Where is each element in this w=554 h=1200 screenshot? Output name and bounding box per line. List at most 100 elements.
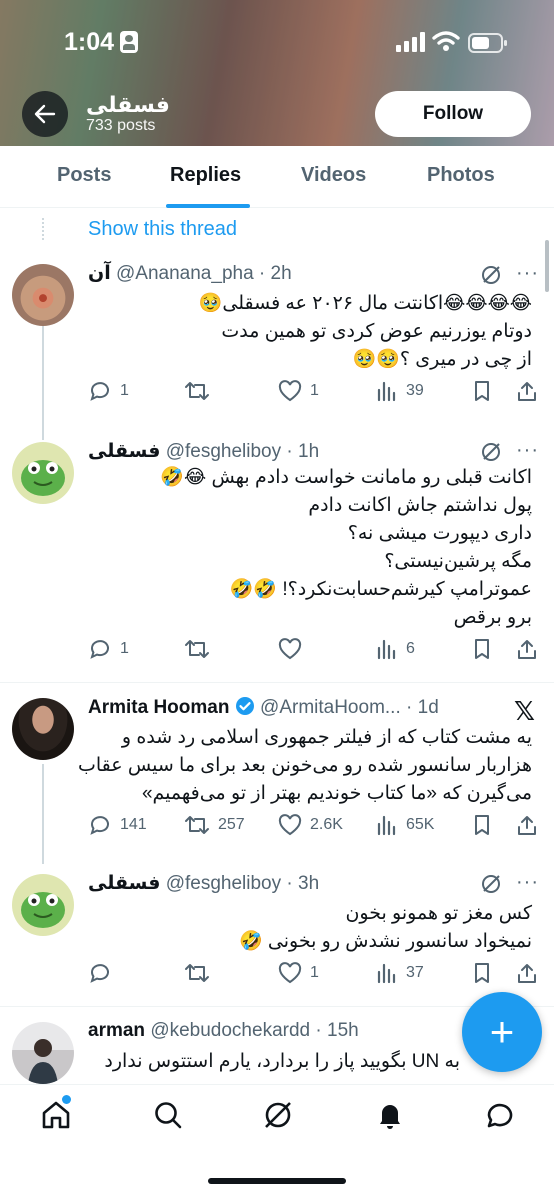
person-photo [28, 1039, 58, 1084]
tweet-header: فسقلی @fesgheliboy · 3h [88, 873, 320, 894]
repost-button[interactable] [184, 638, 218, 660]
tab-replies[interactable]: Replies [170, 164, 241, 187]
tweet-text: کس مغز تو همونو بخون نمیخواد سانسور نشدش … [238, 903, 532, 952]
bookmark-button[interactable] [472, 638, 492, 660]
tweet-header: فسقلی @fesgheliboy · 1h [88, 441, 320, 462]
reply-icon [90, 816, 109, 835]
tweet-actions: 141 257 2.6K 65K [88, 814, 538, 840]
tab-posts[interactable]: Posts [57, 164, 111, 187]
reply-icon [90, 640, 109, 659]
more-options-icon[interactable]: ··· [516, 871, 539, 894]
views-icon [377, 381, 396, 402]
repost-icon [185, 964, 209, 982]
author-handle[interactable]: @ArmitaHoom... [260, 697, 401, 718]
reply-button[interactable]: 141 [88, 814, 147, 836]
bookmark-icon [475, 639, 489, 659]
share-button[interactable] [516, 962, 538, 984]
views-button[interactable]: 6 [376, 638, 415, 660]
scrollbar[interactable] [545, 240, 549, 292]
author-handle[interactable]: @fesgheliboy [166, 873, 281, 894]
reply-button[interactable]: 1 [88, 638, 129, 660]
tweet-header: arman @kebudochekardd · 15h [88, 1020, 359, 1041]
cellular-signal-icon [396, 32, 425, 52]
avatar[interactable] [12, 264, 74, 326]
avatar[interactable] [12, 442, 74, 504]
thread-connector [42, 306, 44, 440]
status-time: 1:04 [64, 28, 139, 57]
author-name[interactable]: arman [88, 1020, 145, 1041]
person-badge-icon [120, 31, 139, 53]
grok-icon[interactable] [480, 441, 502, 463]
home-indicator [208, 1178, 346, 1184]
author-name[interactable]: فسقلی [88, 873, 160, 894]
tweet-actions: 1 1 39 [88, 380, 538, 406]
grok-icon[interactable] [480, 873, 502, 895]
tweet-time[interactable]: 3h [298, 873, 319, 894]
author-handle[interactable]: @Ananana_pha [116, 263, 254, 284]
notification-dot [62, 1095, 71, 1104]
like-button[interactable] [278, 638, 310, 660]
share-button[interactable] [516, 638, 538, 660]
avatar[interactable] [12, 874, 74, 936]
share-icon [518, 640, 536, 659]
post-count: 733 posts [86, 117, 156, 134]
grok-icon[interactable] [480, 264, 502, 286]
reply-icon [90, 382, 109, 401]
reply-button[interactable]: 1 [88, 380, 129, 402]
heart-icon [278, 962, 302, 984]
share-button[interactable] [516, 814, 538, 836]
share-icon [518, 816, 536, 835]
tweet-header: Armita Hooman @ArmitaHoom... · 1d [88, 697, 439, 718]
messages-icon[interactable] [484, 1099, 516, 1131]
like-button[interactable]: 1 [278, 962, 319, 984]
tweet-actions: 1 6 [88, 638, 538, 664]
profile-name: فسقلی [86, 92, 170, 117]
tweet-time[interactable]: 1d [418, 697, 439, 718]
views-icon [377, 639, 396, 660]
back-button[interactable] [22, 91, 68, 137]
author-name[interactable]: فسقلی [88, 441, 160, 462]
views-button[interactable]: 39 [376, 380, 424, 402]
avatar[interactable] [12, 1022, 74, 1084]
repost-button[interactable] [184, 962, 218, 984]
x-logo-icon: 𝕏 [514, 696, 535, 726]
author-name[interactable]: Armita Hooman [88, 697, 229, 718]
views-button[interactable]: 37 [376, 962, 424, 984]
like-button[interactable]: 1 [278, 380, 319, 402]
follow-button[interactable]: Follow [375, 91, 531, 137]
avatar[interactable] [12, 698, 74, 760]
tab-photos[interactable]: Photos [427, 164, 495, 187]
divider [0, 682, 554, 683]
thread-connector [42, 764, 44, 864]
profile-tabs: Posts Replies Videos Photos [0, 146, 554, 208]
author-name[interactable]: آن [88, 263, 111, 284]
views-button[interactable]: 65K [376, 814, 434, 836]
tweet-actions: 1 37 [88, 962, 538, 988]
tab-videos[interactable]: Videos [301, 164, 366, 187]
wifi-icon [432, 31, 460, 51]
more-options-icon[interactable]: ··· [516, 262, 539, 285]
status-bar: 1:04 [0, 0, 554, 84]
tweet-text: به UN بگویید پاز را بردارد، یارم استتوس … [104, 1051, 460, 1072]
reply-button[interactable] [88, 962, 120, 984]
tweet-time[interactable]: 2h [271, 263, 292, 284]
like-button[interactable]: 2.6K [278, 814, 343, 836]
author-handle[interactable]: @kebudochekardd [150, 1020, 310, 1041]
grok-icon[interactable] [262, 1099, 294, 1131]
repost-button[interactable]: 257 [184, 814, 245, 836]
tweet-time[interactable]: 1h [298, 441, 319, 462]
bookmark-button[interactable] [472, 962, 492, 984]
more-options-icon[interactable]: ··· [516, 439, 539, 462]
share-button[interactable] [516, 380, 538, 402]
show-thread-link[interactable]: Show this thread [88, 218, 237, 241]
active-tab-indicator [166, 204, 250, 208]
search-icon[interactable] [152, 1099, 184, 1131]
bookmark-button[interactable] [472, 814, 492, 836]
notifications-bell-icon[interactable] [374, 1099, 406, 1131]
compose-button[interactable]: + [462, 992, 542, 1072]
tweet-time[interactable]: 15h [327, 1020, 359, 1041]
bookmark-button[interactable] [472, 380, 492, 402]
repost-button[interactable] [184, 380, 218, 402]
heart-icon [278, 638, 302, 660]
author-handle[interactable]: @fesgheliboy [166, 441, 281, 462]
